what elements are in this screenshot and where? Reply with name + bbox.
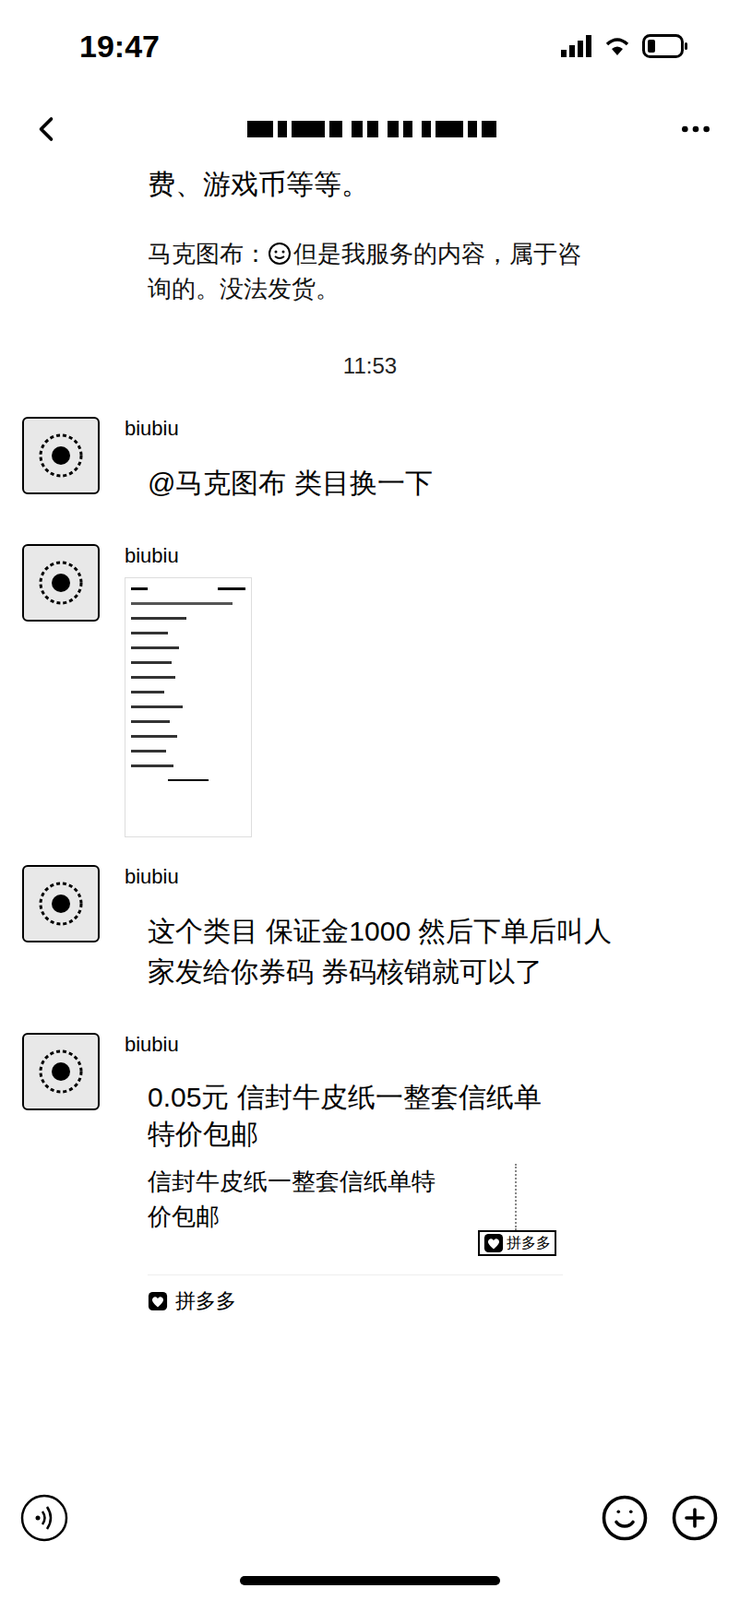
time-divider: 11:53 <box>0 352 740 381</box>
image-message[interactable] <box>124 577 252 838</box>
battery-icon <box>642 34 689 59</box>
pinduoduo-logo-icon <box>147 1291 168 1313</box>
back-icon[interactable] <box>25 108 67 150</box>
home-indicator <box>239 1576 501 1587</box>
link-description: 信封牛皮纸一整套信纸单特价包邮 <box>147 1164 456 1257</box>
link-source: 拼多多 <box>175 1289 237 1315</box>
quote: 马克图布：但是我服务的内容，属于咨询的。没法发货。 <box>147 236 591 307</box>
voice-icon[interactable] <box>20 1494 69 1543</box>
sender-name: biubiu <box>124 544 252 569</box>
wifi-icon <box>603 35 632 58</box>
input-bar <box>0 1477 740 1561</box>
link-thumbnail: 拼多多 <box>470 1164 563 1257</box>
link-card[interactable]: 0.05元 信封牛皮纸一整套信纸单特价包邮信封牛皮纸一整套信纸单特价包邮拼多多拼… <box>124 1066 586 1325</box>
avatar[interactable] <box>22 417 100 495</box>
avatar-pattern-icon <box>33 555 89 611</box>
smile-emoji-icon <box>267 241 292 266</box>
avatar-pattern-icon <box>33 1044 89 1100</box>
pinduoduo-logo-icon <box>483 1233 504 1254</box>
nav-title-obscured <box>247 120 497 138</box>
avatar-pattern-icon <box>33 428 89 484</box>
text-bubble[interactable]: @马克图布 类目换一下 <box>124 450 456 517</box>
message-row: biubiu @马克图布 类目换一下 <box>0 417 740 517</box>
previous-message: 费、游戏币等等。马克图布：但是我服务的内容，属于咨询的。没法发货。 <box>0 166 740 307</box>
sender-name: biubiu <box>124 417 456 442</box>
message-row: biubiu <box>0 544 740 838</box>
message-list: 费、游戏币等等。马克图布：但是我服务的内容，属于咨询的。没法发货。 11:53 bi… <box>0 166 740 1478</box>
sender-name: biubiu <box>124 1033 586 1058</box>
avatar[interactable] <box>22 865 100 943</box>
nav-bar <box>0 92 740 167</box>
avatar[interactable] <box>22 544 100 622</box>
more-icon[interactable] <box>677 110 715 148</box>
plus-icon[interactable] <box>669 1493 720 1544</box>
link-title: 0.05元 信封牛皮纸一整套信纸单特价包邮 <box>147 1079 563 1154</box>
home-indicator-area <box>0 1560 740 1600</box>
message-row: biubiu 0.05元 信封牛皮纸一整套信纸单特价包邮信封牛皮纸一整套信纸单特价… <box>0 1033 740 1325</box>
status-bar: 19:47 <box>0 0 740 93</box>
avatar-pattern-icon <box>33 876 89 932</box>
sender-name: biubiu <box>124 865 642 890</box>
signal-icon <box>560 35 593 58</box>
text-bubble[interactable]: 这个类目 保证金1000 然后下单后叫人家发给你券码 券码核销就可以了 <box>124 898 642 1006</box>
chat-screen: 19:47 费、游戏币等等。马克图布：但是我服务的内容，属于咨询的。没法发货。 11… <box>0 0 740 1600</box>
status-time: 19:47 <box>79 23 160 71</box>
message-row: biubiu 这个类目 保证金1000 然后下单后叫人家发给你券码 券码核销就可以… <box>0 865 740 1006</box>
avatar[interactable] <box>22 1033 100 1111</box>
emoji-icon[interactable] <box>599 1493 650 1544</box>
